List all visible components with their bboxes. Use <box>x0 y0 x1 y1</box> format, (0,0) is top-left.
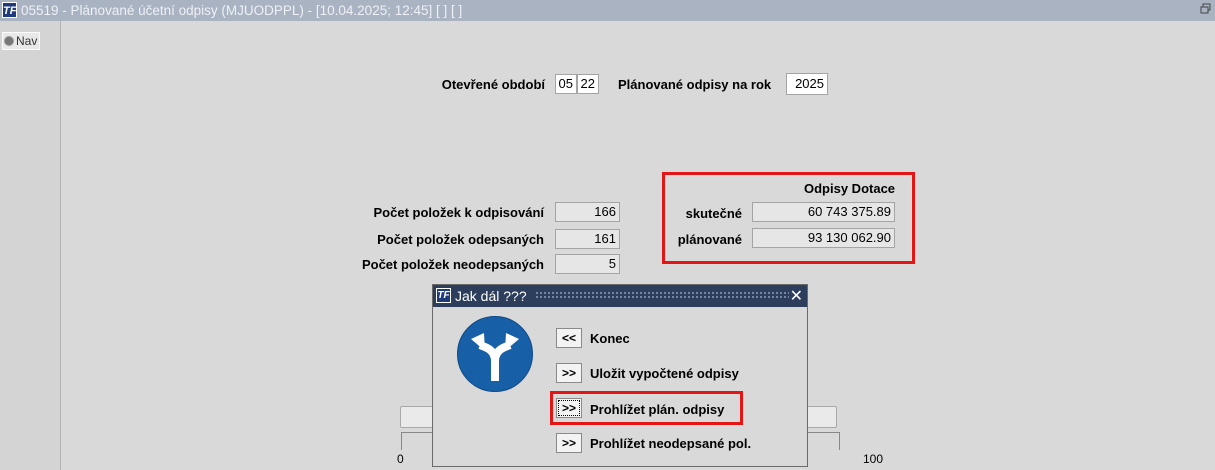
dialog-titlebar[interactable]: TF Jak dál ??? ✕ <box>433 285 807 307</box>
close-icon[interactable]: ✕ <box>790 286 803 306</box>
not-written-off-label: Počet položek neodepsaných <box>361 257 544 272</box>
nav-tab-label: Nav <box>16 34 38 48</box>
planned-year-label: Plánované odpisy na rok <box>618 77 772 92</box>
open-period-label: Otevřené období <box>441 77 545 92</box>
dialog-title: Jak dál ??? <box>455 288 527 304</box>
left-navigation-panel: Nav <box>0 21 61 470</box>
dialog-app-icon: TF <box>436 288 451 303</box>
how-to-continue-dialog: TF Jak dál ??? ✕ << Konec >> Uložit vypo… <box>432 284 808 467</box>
browse-planned-button[interactable]: >> <box>556 398 582 418</box>
progress-min-label: 0 <box>397 452 404 466</box>
actual-label: skutečné <box>685 206 742 221</box>
progress-max-label: 100 <box>863 452 884 466</box>
to-write-off-label: Počet položek k odpisování <box>373 205 544 220</box>
period-year-field[interactable]: 22 <box>577 74 599 94</box>
period-month-field[interactable]: 05 <box>555 74 577 94</box>
dialog-titlebar-pattern <box>535 291 789 300</box>
progress-scale-tick-min <box>401 432 402 450</box>
nav-tab[interactable]: Nav <box>2 32 41 50</box>
written-off-label: Počet položek odepsaných <box>377 232 544 247</box>
depreciation-heading: Odpisy Dotace <box>804 181 896 196</box>
nav-radio-icon <box>4 36 14 46</box>
planned-amount-field: 93 130 062.90 <box>752 228 895 248</box>
planned-label: plánované <box>677 232 742 247</box>
end-button[interactable]: << <box>556 328 582 348</box>
end-button-label[interactable]: Konec <box>590 331 630 346</box>
progress-scale-tick-max <box>839 432 840 450</box>
browse-not-written-off-button[interactable]: >> <box>556 433 582 453</box>
planned-year-field[interactable]: 2025 <box>786 73 828 95</box>
split-arrow-sign-icon <box>457 316 533 392</box>
browse-planned-button-label[interactable]: Prohlížet plán. odpisy <box>590 402 724 417</box>
app-logo-icon: TF <box>2 2 17 18</box>
window-title: 05519 - Plánované účetní odpisy (MJUODPP… <box>21 3 463 18</box>
save-depreciation-button-label[interactable]: Uložit vypočtené odpisy <box>590 366 739 381</box>
window-titlebar: TF 05519 - Plánované účetní odpisy (MJUO… <box>0 0 1215 21</box>
browse-not-written-off-button-label[interactable]: Prohlížet neodepsané pol. <box>590 436 751 451</box>
save-depreciation-button[interactable]: >> <box>556 363 582 383</box>
actual-amount-field: 60 743 375.89 <box>752 202 895 222</box>
not-written-off-field: 5 <box>555 254 620 274</box>
to-write-off-field: 166 <box>555 202 620 222</box>
written-off-field: 161 <box>555 229 620 249</box>
restore-window-icon[interactable] <box>1200 3 1212 15</box>
